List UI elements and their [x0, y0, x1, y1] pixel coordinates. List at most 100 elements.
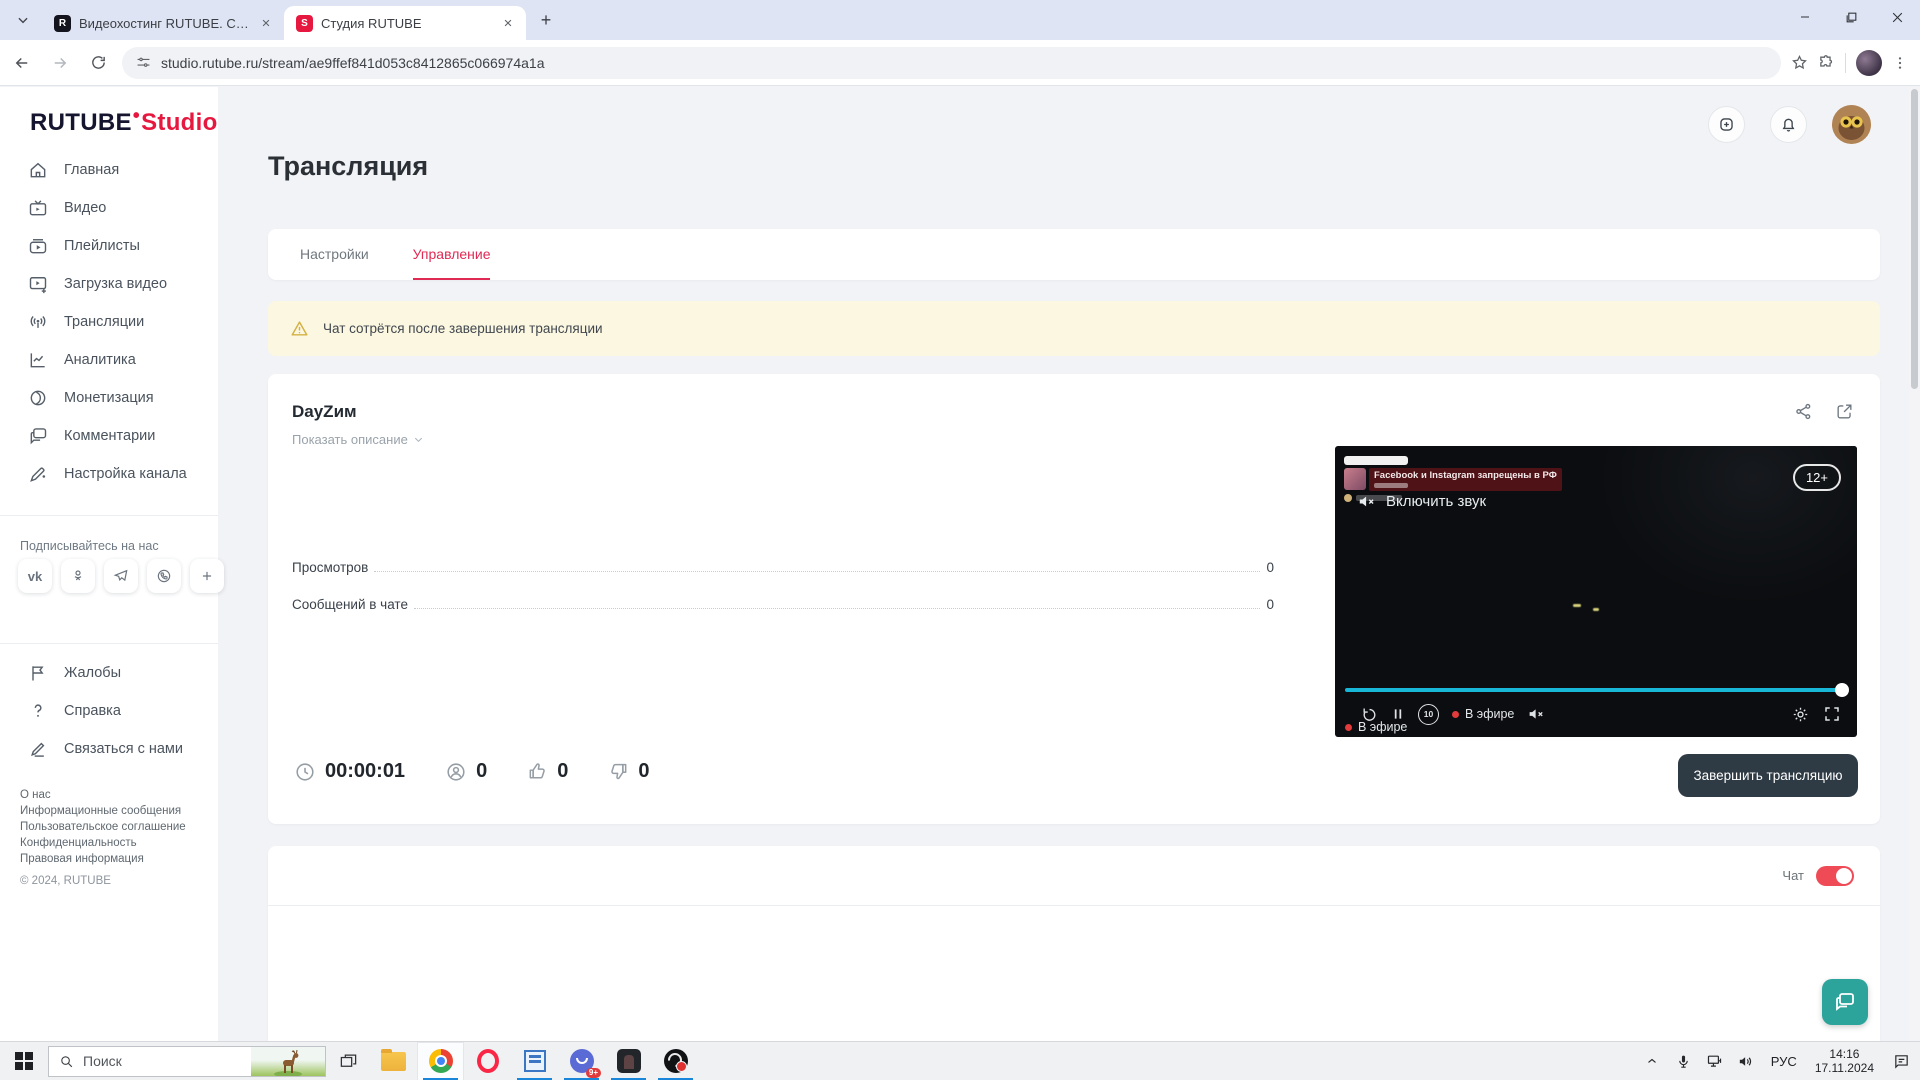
taskbar-app-window[interactable] [511, 1042, 558, 1080]
taskbar-app-explorer[interactable] [370, 1042, 417, 1080]
reload-button[interactable] [82, 47, 114, 79]
chat-widget-button[interactable] [1822, 979, 1868, 1025]
coin-icon [28, 388, 48, 408]
tab-title: Видеохостинг RUTUBE. Смотр [79, 16, 250, 31]
site-info-icon[interactable] [136, 55, 151, 70]
start-button[interactable] [0, 1042, 48, 1080]
sidebar-item-home[interactable]: Главная [0, 151, 218, 189]
sidebar-item-channel-settings[interactable]: Настройка канала [0, 455, 218, 493]
stream-card: DayZим Показать описание Просмотров 0 [268, 374, 1880, 824]
pause-icon[interactable] [1391, 706, 1405, 722]
rutube-studio-logo[interactable]: RUTUBE•Studio [30, 109, 218, 137]
tab-control[interactable]: Управление [413, 229, 491, 280]
minimize-button[interactable] [1782, 0, 1828, 34]
sidebar: RUTUBE•Studio Главная Видео Плейлисты З [0, 87, 218, 1041]
footer-link-legal[interactable]: Правовая информация [20, 851, 186, 867]
chat-header: Чат [268, 846, 1880, 906]
address-bar[interactable]: studio.rutube.ru/stream/ae9ffef841d053c8… [122, 47, 1781, 79]
overlay-subtext [1374, 483, 1408, 488]
browser-titlebar: R Видеохостинг RUTUBE. Смотр S Студия RU… [0, 0, 1920, 40]
dotted-leader [374, 571, 1260, 572]
bookmark-star-icon[interactable] [1791, 54, 1808, 71]
sidebar-secondary-nav: Жалобы Справка Связаться с нами [0, 654, 218, 768]
taskbar-app-discord[interactable]: 9+ [558, 1042, 605, 1080]
seek-bar[interactable] [1345, 688, 1847, 692]
scrollbar[interactable] [1909, 87, 1920, 1041]
sidebar-item-video[interactable]: Видео [0, 189, 218, 227]
seek-knob[interactable] [1835, 683, 1849, 697]
restore-button[interactable] [1828, 0, 1874, 34]
browser-menu-icon[interactable] [1892, 55, 1908, 71]
magic-pencil-icon [28, 464, 48, 484]
copyright: © 2024, RUTUBE [20, 875, 111, 887]
sidebar-item-contact[interactable]: Связаться с нами [0, 730, 218, 768]
clock[interactable]: 14:16 17.11.2024 [1807, 1047, 1882, 1075]
settings-gear-icon[interactable] [1791, 705, 1810, 724]
telegram-icon[interactable] [104, 559, 138, 593]
stat-label: Просмотров [292, 560, 368, 575]
network-icon[interactable] [1699, 1042, 1730, 1080]
tab-settings[interactable]: Настройки [300, 229, 369, 280]
open-external-icon[interactable] [1835, 402, 1854, 421]
microphone-icon[interactable] [1668, 1042, 1699, 1080]
browser-tab-studio[interactable]: S Студия RUTUBE [284, 6, 526, 40]
end-stream-button[interactable]: Завершить трансляцию [1678, 754, 1858, 797]
ok-icon[interactable] [61, 559, 95, 593]
close-tab-icon[interactable] [258, 15, 274, 31]
taskbar-app-game[interactable] [605, 1042, 652, 1080]
new-tab-button[interactable]: + [532, 6, 560, 34]
sidebar-item-streams[interactable]: Трансляции [0, 303, 218, 341]
rewind-10-icon[interactable]: 10 [1418, 704, 1439, 725]
video-player[interactable]: Facebook и Instagram запрещены в РФ [1335, 446, 1857, 737]
toolbar-actions [1791, 50, 1908, 76]
chat-toggle[interactable] [1816, 866, 1854, 886]
footer-link-terms[interactable]: Пользовательское соглашение [20, 819, 186, 835]
language-indicator[interactable]: РУС [1761, 1054, 1807, 1069]
fullscreen-icon[interactable] [1823, 705, 1841, 723]
close-tab-icon[interactable] [500, 15, 516, 31]
viewers-count: 0 [445, 760, 487, 783]
taskbar-app-chrome[interactable] [417, 1042, 464, 1080]
task-view-button[interactable] [326, 1042, 370, 1080]
sidebar-item-help[interactable]: Справка [0, 692, 218, 730]
footer-link-about[interactable]: О нас [20, 787, 186, 803]
sidebar-item-label: Справка [64, 703, 121, 719]
divider [0, 515, 218, 516]
tab-search-icon[interactable] [8, 5, 38, 35]
sidebar-item-reports[interactable]: Жалобы [0, 654, 218, 692]
sidebar-item-label: Загрузка видео [64, 276, 167, 292]
vk-icon[interactable]: vk [18, 559, 52, 593]
scrollbar-thumb[interactable] [1911, 89, 1918, 389]
more-social-icon[interactable] [190, 559, 224, 593]
overlay-avatar [1344, 468, 1366, 490]
forward-button[interactable] [44, 47, 76, 79]
sidebar-item-monetization[interactable]: Монетизация [0, 379, 218, 417]
footer-link-privacy[interactable]: Конфиденциальность [20, 835, 186, 851]
stat-views-row: Просмотров 0 [292, 560, 1274, 597]
search-highlight-deer-image[interactable] [251, 1047, 325, 1076]
viber-icon[interactable] [147, 559, 181, 593]
back-button[interactable] [6, 47, 38, 79]
sidebar-item-comments[interactable]: Комментарии [0, 417, 218, 455]
player-controls: 10 В эфире [1347, 701, 1845, 727]
browser-tab-rutube[interactable]: R Видеохостинг RUTUBE. Смотр [42, 6, 284, 40]
sidebar-item-playlists[interactable]: Плейлисты [0, 227, 218, 265]
action-center-icon[interactable] [1882, 1042, 1920, 1080]
sidebar-item-analytics[interactable]: Аналитика [0, 341, 218, 379]
close-window-button[interactable] [1874, 0, 1920, 34]
live-badge: В эфире [1452, 707, 1514, 721]
show-description-toggle[interactable]: Показать описание [292, 432, 424, 447]
unmute-button[interactable]: Включить звук [1357, 492, 1486, 511]
tray-chevron-up-icon[interactable] [1637, 1042, 1668, 1080]
mute-icon[interactable] [1527, 705, 1545, 723]
share-icon[interactable] [1794, 402, 1813, 421]
volume-icon[interactable] [1730, 1042, 1761, 1080]
taskbar-search[interactable]: Поиск [48, 1046, 326, 1077]
replay-icon[interactable] [1361, 706, 1378, 723]
footer-link-news[interactable]: Информационные сообщения [20, 803, 186, 819]
sidebar-item-upload[interactable]: Загрузка видео [0, 265, 218, 303]
extensions-icon[interactable] [1818, 54, 1835, 71]
browser-profile-avatar[interactable] [1856, 50, 1882, 76]
taskbar-app-obs[interactable] [652, 1042, 699, 1080]
taskbar-app-opera[interactable] [464, 1042, 511, 1080]
